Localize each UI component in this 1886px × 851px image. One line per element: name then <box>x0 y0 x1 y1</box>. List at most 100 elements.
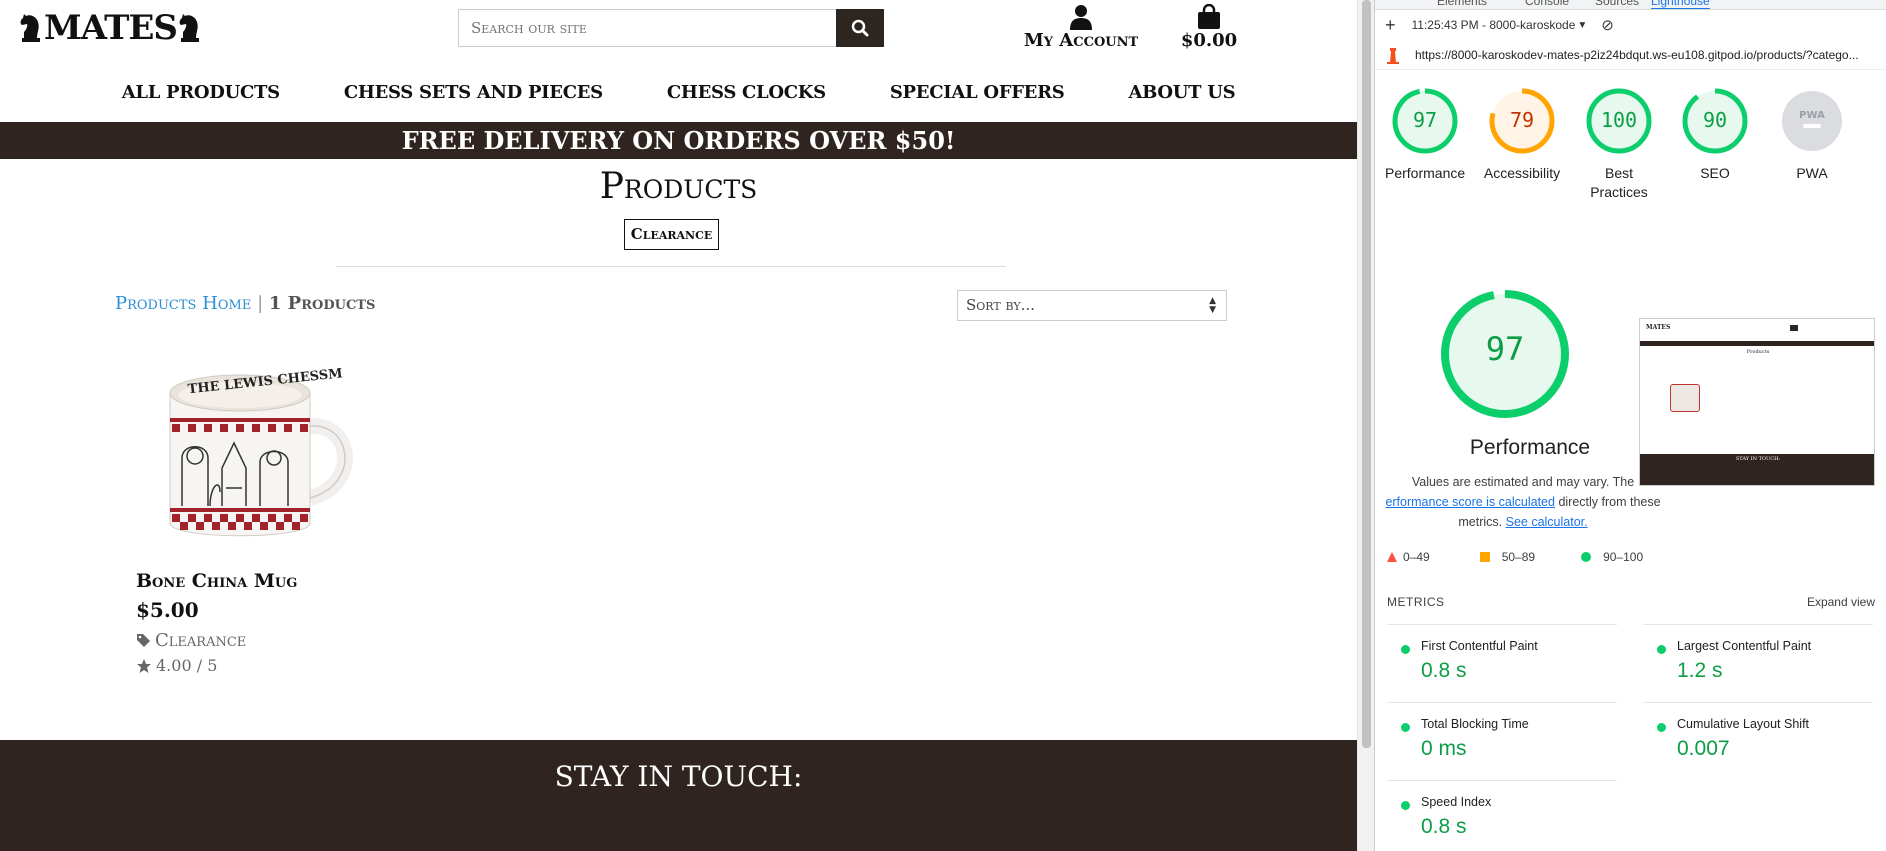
score-calculated-link[interactable]: erformance score is calculated <box>1385 495 1555 509</box>
divider <box>336 266 1006 267</box>
knight-icon <box>177 12 203 44</box>
nav-chess-sets-and-pieces[interactable]: Chess Sets and Pieces <box>312 76 635 110</box>
expand-view-toggle[interactable]: Expand view <box>1807 595 1875 609</box>
star-icon <box>137 658 151 673</box>
metric-name: Speed Index <box>1421 795 1492 809</box>
metrics-header: METRICS Expand view <box>1387 595 1875 609</box>
average-square-icon <box>1479 552 1490 562</box>
metric-total-blocking-time: Total Blocking Time 0 ms <box>1387 702 1617 761</box>
my-account-link[interactable]: My Account <box>1022 0 1140 51</box>
products-home-link[interactable]: Products Home <box>115 293 251 314</box>
nav-all-products[interactable]: All Products <box>90 76 312 110</box>
nav-special-offers[interactable]: Special Offers <box>858 76 1097 110</box>
gauge-pwa[interactable]: PWA PWA <box>1772 88 1852 183</box>
gauge-seo[interactable]: 90 SEO <box>1675 88 1755 183</box>
tab-console[interactable]: Console <box>1525 0 1569 8</box>
thumb-footer-title: STAY IN TOUCH: <box>1735 456 1781 462</box>
product-category-label: Clearance <box>155 630 247 651</box>
page-title: Products <box>599 166 758 207</box>
metric-first-contentful-paint: First Contentful Paint 0.8 s <box>1387 624 1617 683</box>
nav-chess-clocks[interactable]: Chess Clocks <box>635 76 858 110</box>
main-nav: All Products Chess Sets and Pieces Chess… <box>0 76 1357 110</box>
gauge-label: SEO <box>1700 165 1730 181</box>
gauge-label: Performance <box>1385 165 1466 181</box>
shopping-bag-link[interactable]: $0.00 <box>1176 0 1242 51</box>
product-rating-value: 4.00 / 5 <box>156 656 218 675</box>
note-text: Values are estimated and may vary. The <box>1411 475 1635 489</box>
metric-largest-contentful-paint: Largest Contentful Paint 1.2 s <box>1643 624 1873 683</box>
report-url[interactable]: https://8000-karoskodev-mates-p2iz24bdqu… <box>1415 48 1859 62</box>
tab-lighthouse[interactable]: Lighthouse <box>1651 0 1710 9</box>
metric-value: 1.2 s <box>1677 659 1723 682</box>
user-icon <box>1070 5 1092 30</box>
metric-value: 0.8 s <box>1421 659 1467 682</box>
bag-total: $0.00 <box>1180 30 1238 51</box>
gauge-performance[interactable]: 97 Performance <box>1385 88 1465 183</box>
metric-value: 0.8 s <box>1421 815 1467 838</box>
metric-speed-index: Speed Index 0.8 s <box>1387 780 1617 839</box>
tab-elements[interactable]: Elements <box>1437 0 1487 8</box>
product-name[interactable]: Bone China Mug <box>136 570 297 592</box>
thumb-search-button <box>1790 325 1798 331</box>
report-time[interactable]: 11:25:43 PM - 8000-karoskode <box>1412 18 1576 32</box>
legend-pass: 90–100 <box>1603 550 1644 564</box>
metric-name: First Contentful Paint <box>1421 639 1538 653</box>
fail-triangle-icon <box>1387 552 1397 562</box>
breadcrumb-separator: | <box>257 293 264 314</box>
metric-name: Total Blocking Time <box>1421 717 1529 731</box>
lighthouse-toolbar: + 11:25:43 PM - 8000-karoskode ▼ ⊘ <box>1375 11 1886 39</box>
page-scrollbar[interactable] <box>1357 0 1374 851</box>
product-price: $5.00 <box>136 598 199 622</box>
clear-icon[interactable]: ⊘ <box>1601 16 1614 34</box>
metric-value: 0.007 <box>1677 737 1730 760</box>
report-url-bar: https://8000-karoskodev-mates-p2iz24bdqu… <box>1375 40 1886 70</box>
gauge-background <box>1782 91 1842 151</box>
website-viewport: MATES My Account $0.00 All Products Ches… <box>0 0 1357 851</box>
product-rating: 4.00 / 5 <box>136 656 217 675</box>
gauge-score: 79 <box>1509 108 1535 132</box>
gauge-accessibility[interactable]: 79 Accessibility <box>1482 88 1562 183</box>
pass-circle-icon <box>1581 552 1592 562</box>
sort-label: Sort by... <box>966 296 1035 314</box>
search-icon <box>851 19 869 37</box>
pwa-dash-icon <box>1803 124 1821 128</box>
category-filter-tag[interactable]: Clearance <box>624 219 719 250</box>
pass-dot-icon <box>1401 723 1410 732</box>
gauge-label: Accessibility <box>1483 165 1561 181</box>
see-calculator-link[interactable]: See calculator. <box>1506 515 1588 529</box>
pass-dot-icon <box>1401 645 1410 654</box>
search-button[interactable] <box>836 9 884 47</box>
legend-fail: 0–49 <box>1403 550 1430 564</box>
thumb-product-image <box>1670 384 1700 412</box>
site-logo[interactable]: MATES <box>18 8 203 48</box>
sort-select[interactable]: Sort by... ▲ ▼ <box>957 290 1227 321</box>
performance-gauge: 97 <box>1439 288 1571 425</box>
performance-score: 97 <box>1485 330 1525 368</box>
score-legend: 0–49 50–89 90–100 <box>1387 550 1687 564</box>
devtools-panel: Elements Console Sources Lighthouse + 11… <box>1374 0 1886 851</box>
chevron-down-icon[interactable]: ▼ <box>1577 20 1587 31</box>
new-report-icon[interactable]: + <box>1385 15 1396 36</box>
metric-cumulative-layout-shift: Cumulative Layout Shift 0.007 <box>1643 702 1873 761</box>
lighthouse-icon <box>1387 47 1399 64</box>
thumb-logo: MATES <box>1646 324 1671 331</box>
search-input[interactable] <box>458 9 836 47</box>
legend-average: 50–89 <box>1501 550 1536 564</box>
knight-icon <box>18 12 44 44</box>
product-category[interactable]: Clearance <box>136 630 246 651</box>
metric-value: 0 ms <box>1421 737 1467 760</box>
gauge-best-practices[interactable]: 100 Best Practices <box>1579 88 1659 202</box>
devtools-tabs: Elements Console Sources Lighthouse <box>1375 0 1886 10</box>
page-scrollbar-thumb[interactable] <box>1362 0 1371 748</box>
shopping-bag-icon <box>1198 4 1220 29</box>
pass-dot-icon <box>1657 723 1666 732</box>
search-form <box>458 9 884 47</box>
product-image[interactable]: THE LEWIS CHESSM <box>160 358 360 548</box>
metrics-heading: METRICS <box>1387 595 1445 609</box>
tab-sources[interactable]: Sources <box>1595 0 1639 8</box>
tag-icon <box>137 634 150 647</box>
gauge-score: 97 <box>1412 108 1438 132</box>
nav-about-us[interactable]: About Us <box>1096 76 1267 110</box>
page-screenshot-thumbnail[interactable]: MATES Products STAY IN TOUCH: <box>1639 318 1875 486</box>
breadcrumb: Products Home | 1 Products <box>115 293 375 314</box>
